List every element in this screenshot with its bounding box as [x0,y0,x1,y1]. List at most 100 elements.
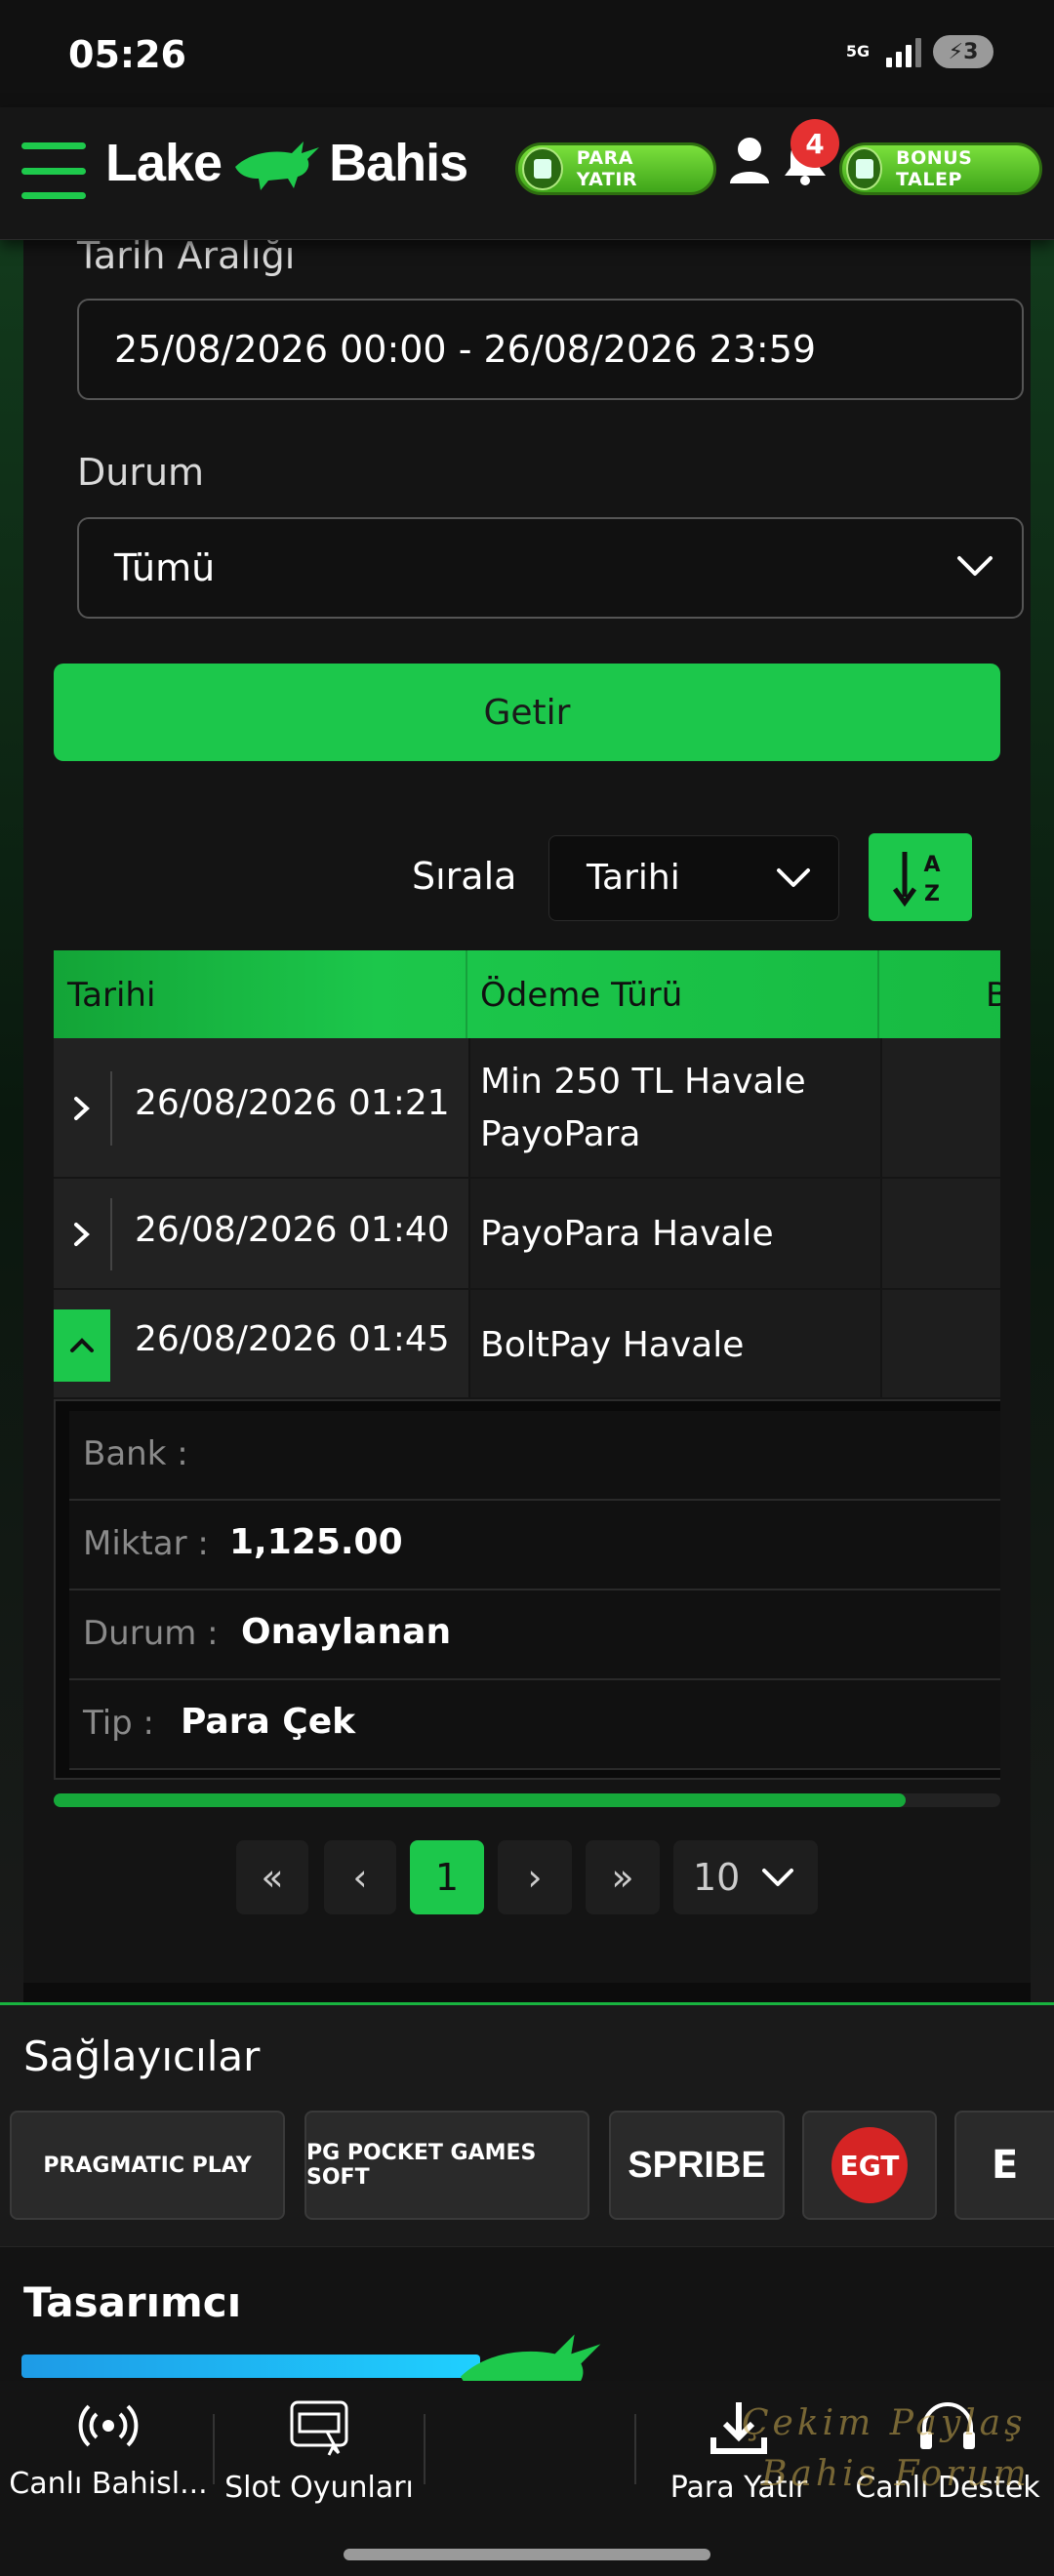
table-header: Tarihi Ödeme Türü B [54,950,1000,1038]
deposit-button[interactable]: PARA YATIR [515,142,716,195]
date-cell: 26/08/2026 01:21 [54,1038,468,1177]
network-icon: 5G [845,42,871,60]
watermark-line-1: Çekim Paylaş [742,2403,1027,2443]
nav-label: Slot Oyunları [224,2471,414,2505]
column-header-payment[interactable]: Ödeme Türü [480,976,682,1015]
expand-row-button[interactable] [54,1179,110,1290]
date-range-input[interactable]: 25/08/2026 00:00 - 26/08/2026 23:59 [77,299,1024,400]
detail-row-amount: Miktar : 1,125.00 [69,1501,1000,1590]
table-row[interactable]: 26/08/2026 01:21 Min 250 TL Havale PayoP… [54,1038,1000,1179]
first-page-button[interactable]: « [236,1840,308,1914]
provider-name: EGT [831,2127,908,2203]
bonus-request-button[interactable]: BONUS TALEP [839,142,1042,195]
battery-icon: ⚡ 3 [933,35,993,68]
status-select[interactable]: Tümü [77,517,1024,619]
column-header-date[interactable]: Tarihi [67,976,155,1015]
wallet-icon [522,147,563,190]
broadcast-icon [78,2404,139,2447]
provider-name: E [992,2143,1019,2188]
extra-cell [880,1290,1000,1397]
signal-icon [886,36,921,67]
detail-value: Onaylanan [241,1612,452,1652]
chevron-down-icon [762,1869,793,1886]
sort-a-letter: A [923,853,940,877]
detail-key: Tip : [83,1704,155,1743]
table-row[interactable]: 26/08/2026 01:45 BoltPay Havale [54,1290,1000,1399]
extra-cell [880,1179,1000,1288]
date-range-label: Tarih Aralığı [77,234,296,277]
provider-name: PRAGMATIC PLAY [43,2153,252,2178]
detail-key: Bank : [83,1434,188,1473]
scrollbar-thumb[interactable] [54,1793,906,1807]
gift-icon [846,147,883,190]
bull-icon [235,141,320,190]
detail-value: 1,125.00 [229,1522,403,1562]
next-page-button[interactable]: › [498,1840,572,1914]
sort-az-icon: A Z [892,852,941,907]
status-time: 05:26 [68,33,186,76]
table-row[interactable]: 26/08/2026 01:40 PayoPara Havale [54,1179,1000,1290]
extra-cell [880,1038,1000,1177]
detail-row-type: Tip : Para Çek [69,1680,1000,1770]
sort-select-value: Tarihi [587,858,680,898]
detail-key: Durum : [83,1614,219,1653]
slot-machine-icon [290,2400,348,2456]
status-bar: 05:26 5G ⚡ 3 [0,0,1054,107]
designer-section: Tasarımcı [0,2246,1054,2416]
payment-cell: BoltPay Havale [468,1290,880,1397]
nav-slot-games[interactable]: Slot Oyunları [217,2398,422,2505]
provider-pg-soft[interactable]: PG POCKET GAMES SOFT [304,2111,589,2220]
background-left [0,240,23,2006]
last-page-button[interactable]: » [586,1840,660,1914]
expand-row-button[interactable] [54,1038,110,1179]
watermark-line-2: Bahis Forum [761,2454,1031,2494]
date-cell: 26/08/2026 01:40 [54,1179,468,1288]
page-size-select[interactable]: 10 [673,1840,818,1914]
provider-spribe[interactable]: SPRIBE [609,2111,785,2220]
status-select-value: Tümü [114,546,216,589]
detail-row-bank: Bank : [69,1411,1000,1501]
nav-live-betting[interactable]: Canlı Bahisl... [6,2398,211,2501]
notification-badge: 4 [790,119,839,168]
designer-logo [21,2355,480,2378]
table-horizontal-scrollbar[interactable] [54,1793,1000,1807]
deposit-button-label: PARA YATIR [576,147,638,190]
collapse-row-button[interactable] [54,1309,110,1382]
page-1-button[interactable]: 1 [410,1840,484,1914]
chevron-down-icon [957,556,993,576]
chevron-down-icon [777,868,810,887]
chevron-right-icon [74,1223,90,1246]
row-payment-type: Min 250 TL Havale PayoPara [480,1056,806,1161]
designer-title: Tasarımcı [23,2278,242,2326]
sort-order-button[interactable]: A Z [869,833,972,921]
nav-center[interactable] [426,2398,630,2408]
provider-egt[interactable]: EGT [802,2111,937,2220]
date-cell: 26/08/2026 01:45 [54,1290,468,1397]
detail-key: Miktar : [83,1524,209,1563]
logo-text-left: Lake [105,134,223,192]
sort-select[interactable]: Tarihi [548,835,839,921]
prev-page-button[interactable]: ‹ [324,1840,396,1914]
menu-icon[interactable] [21,142,86,199]
logo[interactable]: Lake Bahis [105,133,468,193]
detail-value: Para Çek [181,1702,356,1742]
row-detail-panel: Bank : Miktar : 1,125.00 Durum : Onaylan… [54,1399,1000,1780]
provider-name: PG POCKET GAMES SOFT [306,2141,537,2190]
home-indicator[interactable] [344,2549,710,2560]
provider-pragmatic-play[interactable]: PRAGMATIC PLAY [10,2111,285,2220]
chevron-right-icon [74,1097,90,1120]
sort-label: Sırala [412,855,517,898]
column-header-extra[interactable]: B [986,976,1000,1015]
bonus-button-label: BONUS TALEP [896,147,973,190]
row-payment-type: BoltPay Havale [480,1325,745,1365]
providers-title: Sağlayıcılar [23,2033,261,2080]
payment-line-1: Min 250 TL Havale [480,1062,806,1102]
provider-partial[interactable]: E [954,2111,1054,2220]
user-icon[interactable] [728,137,771,185]
status-filter-label: Durum [77,451,205,494]
payment-line-2: PayoPara [480,1114,641,1154]
page-size-value: 10 [693,1856,741,1899]
row-payment-type: PayoPara Havale [480,1214,774,1254]
fetch-button[interactable]: Getir [54,664,1000,761]
battery-level: 3 [963,39,979,64]
